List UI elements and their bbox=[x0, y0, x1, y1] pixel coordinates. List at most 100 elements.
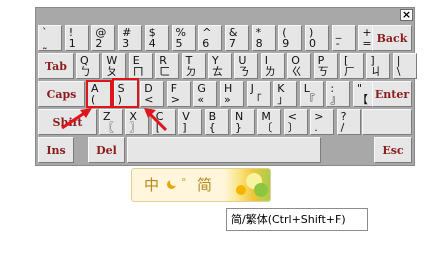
key-r1-0[interactable]: ` ˷ bbox=[38, 25, 62, 51]
key-r3-4[interactable]: G « bbox=[193, 81, 218, 107]
key-base-char: 3 bbox=[122, 37, 130, 50]
key-r2-8[interactable]: Oㄍ bbox=[287, 53, 312, 79]
key-backspace-label: Back bbox=[376, 31, 408, 45]
key-base-char: . bbox=[314, 121, 318, 134]
key-base-char: ㄈ bbox=[159, 65, 171, 78]
key-r2-3[interactable]: Rㄈ bbox=[155, 53, 180, 79]
arrow-icon bbox=[61, 108, 92, 130]
key-base-char: 6 bbox=[202, 37, 210, 50]
key-base-char: } bbox=[235, 121, 242, 134]
key-ins-label: Ins bbox=[46, 143, 66, 157]
key-shift-right[interactable] bbox=[362, 109, 412, 135]
key-base-char: \ bbox=[396, 65, 401, 78]
key-base-char: ㄉ bbox=[185, 65, 197, 78]
key-r2-1[interactable]: Wㄆ bbox=[102, 53, 127, 79]
key-backspace[interactable]: Back bbox=[372, 25, 412, 51]
key-r4-5[interactable]: N} bbox=[231, 109, 255, 135]
key-space[interactable] bbox=[127, 137, 321, 163]
key-r4-8[interactable]: >. bbox=[310, 109, 335, 135]
key-r1-1[interactable]: ! 1 bbox=[64, 25, 89, 51]
key-r1-4[interactable]: $4 bbox=[144, 25, 169, 51]
key-r3-8[interactable]: L 『 bbox=[299, 81, 324, 107]
key-base-char: ㄍ bbox=[291, 65, 303, 78]
key-caps-label: Caps bbox=[46, 87, 77, 101]
key-r1-3[interactable]: #3 bbox=[118, 25, 143, 51]
key-base-char: ㄎ bbox=[317, 65, 329, 78]
key-r1-8[interactable]: * 8 bbox=[251, 25, 276, 51]
key-base-char: - bbox=[335, 37, 340, 50]
key-del-label: Del bbox=[96, 143, 117, 157]
key-r4-4[interactable]: B{ bbox=[204, 109, 229, 135]
key-enter[interactable]: Enter bbox=[372, 81, 412, 107]
tooltip: 简/繁体(Ctrl+Shift+F) bbox=[226, 208, 368, 231]
key-enter-label: Enter bbox=[374, 87, 410, 101]
key-base-char: 」 bbox=[277, 93, 289, 106]
key-base-char: ㄅ bbox=[80, 65, 91, 78]
key-r2-9[interactable]: Pㄎ bbox=[313, 53, 338, 79]
key-base-char: 【 bbox=[357, 93, 368, 106]
key-base-char: / bbox=[340, 121, 345, 134]
key-base-char: = bbox=[362, 37, 372, 50]
key-r2-4[interactable]: Tㄉ bbox=[181, 53, 206, 79]
key-r2-0[interactable]: Qㄅ bbox=[76, 53, 100, 79]
key-base-char: ˷ bbox=[42, 37, 48, 50]
punctuation-toggle[interactable]: ° bbox=[181, 177, 187, 189]
key-r4-0[interactable]: Z 〖 bbox=[99, 109, 123, 135]
key-base-char: ] bbox=[182, 121, 187, 134]
key-esc-label: Esc bbox=[382, 143, 404, 157]
key-r1-11[interactable]: _ - bbox=[331, 25, 356, 51]
key-r1-9[interactable]: (9 bbox=[278, 25, 303, 51]
key-r2-12[interactable]: | \ bbox=[392, 53, 417, 79]
key-esc[interactable]: Esc bbox=[374, 137, 412, 163]
key-base-char: 「 bbox=[250, 93, 262, 106]
chinese-mode-toggle[interactable]: 中 bbox=[144, 177, 159, 193]
highlight-key-s bbox=[112, 78, 139, 108]
ime-status-bar: 中 ° 简 bbox=[131, 168, 271, 202]
key-base-char: 0 bbox=[309, 37, 316, 50]
key-base-char: { bbox=[208, 121, 216, 134]
key-r1-7[interactable]: & 7 bbox=[224, 25, 249, 51]
key-r4-3[interactable]: V] bbox=[178, 109, 203, 135]
key-base-char: 7 bbox=[228, 37, 236, 50]
key-r3-9[interactable]: :』 bbox=[326, 81, 351, 107]
key-tab-label: Tab bbox=[45, 59, 67, 73]
key-r1-6[interactable]: ^ 6 bbox=[198, 25, 223, 51]
key-r2-5[interactable]: Yㄊ bbox=[208, 53, 232, 79]
key-r1-10[interactable]: ) 0 bbox=[305, 25, 329, 51]
key-r3-5[interactable]: H» bbox=[220, 81, 244, 107]
key-tab[interactable]: Tab bbox=[38, 53, 74, 79]
key-r1-2[interactable]: @2 bbox=[91, 25, 116, 51]
halfwidth-moon-icon[interactable] bbox=[167, 178, 178, 189]
key-base-char: 5 bbox=[175, 37, 183, 50]
close-button[interactable]: × bbox=[400, 9, 413, 21]
key-base-char: ㄐ bbox=[370, 65, 382, 78]
key-base-char: 〔 bbox=[261, 121, 273, 134]
key-r3-6[interactable]: J 「 bbox=[246, 81, 271, 107]
key-r2-11[interactable]: ] ㄐ bbox=[366, 53, 391, 79]
key-base-char: 4 bbox=[148, 37, 156, 50]
key-base-char: 〖 bbox=[103, 121, 114, 134]
key-base-char: ㄋ bbox=[238, 65, 250, 78]
key-base-char: 1 bbox=[68, 37, 76, 50]
key-base-char: 2 bbox=[95, 37, 103, 50]
key-r3-7[interactable]: K」 bbox=[273, 81, 298, 107]
key-base-char: 〗 bbox=[129, 121, 141, 134]
key-r2-6[interactable]: Uㄋ bbox=[234, 53, 259, 79]
key-r4-6[interactable]: M 〔 bbox=[257, 109, 282, 135]
key-base-char: ㄆ bbox=[106, 65, 118, 78]
key-base-char: 『 bbox=[303, 93, 315, 106]
simplified-traditional-toggle[interactable]: 简 bbox=[197, 177, 212, 193]
key-r2-10[interactable]: [ㄏ bbox=[340, 53, 364, 79]
key-ins[interactable]: Ins bbox=[38, 137, 74, 163]
key-r2-7[interactable]: Iㄌ bbox=[260, 53, 285, 79]
key-r2-2[interactable]: Eㄇ bbox=[128, 53, 153, 79]
key-r4-7[interactable]: < 〕 bbox=[283, 109, 308, 135]
key-del[interactable]: Del bbox=[88, 137, 125, 163]
key-base-char: ㄇ bbox=[132, 65, 144, 78]
decoration-image bbox=[224, 169, 270, 201]
key-base-char: ㄌ bbox=[264, 65, 276, 78]
key-base-char: 9 bbox=[282, 37, 290, 50]
key-r4-9[interactable]: ? / bbox=[336, 109, 361, 135]
key-r1-5[interactable]: % 5 bbox=[171, 25, 196, 51]
key-base-char: 』 bbox=[330, 93, 342, 106]
